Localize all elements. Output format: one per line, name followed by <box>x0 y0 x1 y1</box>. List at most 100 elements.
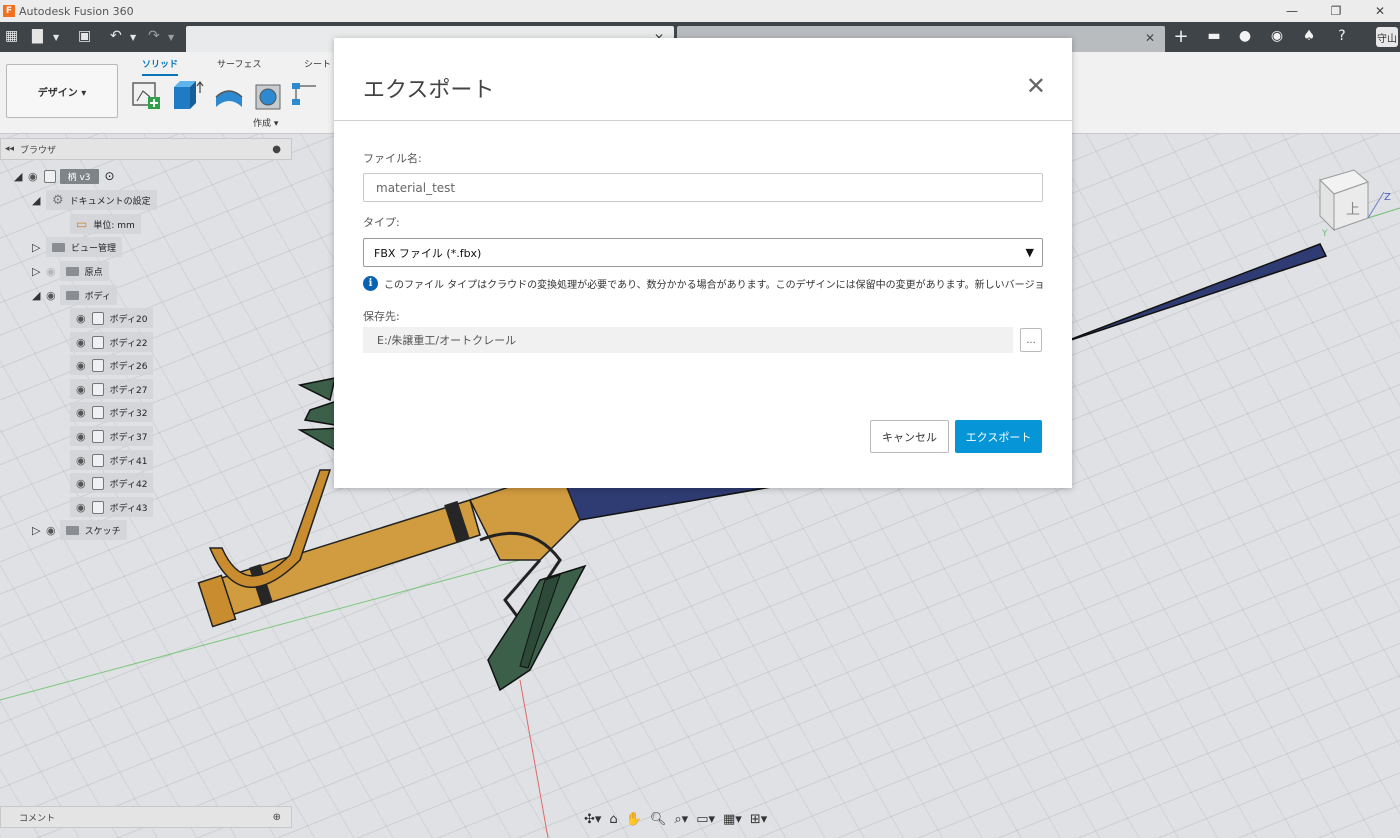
axis-y-label: Y <box>1321 229 1328 239</box>
create-sketch-icon[interactable] <box>130 79 164 111</box>
expand-icon[interactable]: ▷ <box>32 241 46 254</box>
hole-icon[interactable] <box>252 79 286 111</box>
add-comment-icon[interactable]: ⊕ <box>273 812 281 823</box>
export-button[interactable]: エクスポート <box>955 420 1042 453</box>
zoom-icon[interactable]: 🔍︎ <box>650 812 667 827</box>
revolve-icon[interactable] <box>212 79 246 111</box>
comments-panel[interactable]: コメント ⊕ <box>0 806 292 828</box>
orbit-icon[interactable]: ✣▾ <box>584 812 601 827</box>
dialog-divider <box>334 120 1072 121</box>
body-icon <box>91 476 104 490</box>
job-status-icon[interactable]: ◉ <box>1268 27 1286 45</box>
folder-icon <box>65 290 79 300</box>
info-message: i このファイル タイプはクラウドの変換処理が必要であり、数分かかる場合がありま… <box>363 274 1043 292</box>
minimize-button[interactable]: — <box>1272 0 1312 22</box>
user-avatar[interactable]: 守山 <box>1376 27 1398 47</box>
maximize-button[interactable]: ❐ <box>1316 0 1356 22</box>
visibility-eye-icon[interactable]: ◉ <box>76 359 86 372</box>
body-label: ボディ43 <box>109 503 148 514</box>
tree-node-body[interactable]: ◉ ボディ27 <box>70 379 154 399</box>
tab-sheet[interactable]: シート <box>304 57 331 70</box>
expand-icon[interactable]: ◢ <box>32 289 46 302</box>
filename-input[interactable] <box>363 173 1043 202</box>
tree-node-body[interactable]: ◉ ボディ42 <box>70 473 154 493</box>
tree-node-body[interactable]: ◉ ボディ43 <box>70 497 154 517</box>
file-dropdown-icon[interactable]: ▼ <box>53 33 59 42</box>
visibility-eye-icon[interactable]: ◉ <box>76 406 86 419</box>
grid-menu-icon[interactable]: ▦ <box>5 28 18 44</box>
tree-node-named-views[interactable]: ▷ ビュー管理 <box>32 237 123 257</box>
location-label: 保存先: <box>363 310 400 323</box>
workspace-switcher[interactable]: デザイン ▾ <box>6 64 118 118</box>
tree-node-bodies[interactable]: ◢ ◉ ボディ <box>32 285 117 305</box>
file-type-select[interactable]: FBX ファイル (*.fbx) ▼ <box>363 238 1043 267</box>
tree-node-body[interactable]: ◉ ボディ22 <box>70 332 154 352</box>
body-label: ボディ42 <box>109 479 148 490</box>
grid-settings-icon[interactable]: ▦▾ <box>723 812 742 827</box>
visibility-eye-icon[interactable]: ◉ <box>76 430 86 443</box>
visibility-eye-icon[interactable]: ◉ <box>76 477 86 490</box>
visibility-eye-icon[interactable]: ◉ <box>76 312 86 325</box>
visibility-eye-icon[interactable]: ◉ <box>46 289 56 302</box>
expand-icon[interactable]: ▷ <box>32 524 46 537</box>
visibility-off-icon[interactable]: ◉ <box>46 265 56 278</box>
component-icon <box>43 169 56 183</box>
visibility-eye-icon[interactable]: ◉ <box>76 454 86 467</box>
tree-node-body[interactable]: ◉ ボディ20 <box>70 308 154 328</box>
close-window-button[interactable]: ✕ <box>1360 0 1400 22</box>
undo-dropdown-icon[interactable]: ▼ <box>130 33 136 42</box>
tab-solid[interactable]: ソリッド <box>142 57 179 76</box>
tree-node-body[interactable]: ◉ ボディ32 <box>70 402 154 422</box>
tree-node-body[interactable]: ◉ ボディ41 <box>70 450 154 470</box>
notifications-icon[interactable]: ♠ <box>1300 27 1318 45</box>
pan-icon[interactable]: ✋ <box>626 812 642 827</box>
browser-title: ブラウザ <box>20 145 57 156</box>
chat-icon[interactable]: ▬ <box>1205 27 1223 45</box>
tree-node-origin[interactable]: ▷ ◉ 原点 <box>32 261 109 281</box>
new-tab-icon[interactable]: + <box>1172 26 1190 47</box>
tree-node-sketches[interactable]: ▷ ◉ スケッチ <box>32 520 127 540</box>
extrude-icon[interactable] <box>170 79 204 111</box>
file-icon[interactable]: ▇ <box>32 28 43 44</box>
body-icon <box>91 429 104 443</box>
fusion-logo-icon: F <box>3 5 15 17</box>
browse-button[interactable]: ... <box>1020 328 1042 352</box>
comments-label: コメント <box>19 813 56 824</box>
body-icon <box>91 382 104 396</box>
tree-node-body[interactable]: ◉ ボディ26 <box>70 355 154 375</box>
location-field[interactable]: E:/朱譲重工/オートクレール <box>363 327 1013 353</box>
create-menu[interactable]: 作成 ▾ <box>253 116 278 129</box>
save-icon[interactable]: ▣ <box>78 28 91 44</box>
redo-dropdown-icon[interactable]: ▼ <box>168 33 174 42</box>
fit-icon[interactable]: ⌕▾ <box>674 812 688 827</box>
visibility-eye-icon[interactable]: ◉ <box>76 336 86 349</box>
tree-node-doc-settings[interactable]: ◢ ⚙ ドキュメントの設定 <box>32 190 157 210</box>
visibility-eye-icon[interactable]: ◉ <box>76 501 86 514</box>
visibility-eye-icon[interactable]: ◉ <box>46 524 56 537</box>
cancel-button[interactable]: キャンセル <box>870 420 949 453</box>
tab-close-icon[interactable]: ✕ <box>1145 31 1155 45</box>
tab-surface[interactable]: サーフェス <box>217 57 261 70</box>
viewcube: 上 Z Y <box>1319 169 1400 239</box>
display-settings-icon[interactable]: ▭▾ <box>696 812 715 827</box>
collapse-browser-icon[interactable]: ◂◂ <box>5 144 14 154</box>
activate-radio-icon[interactable]: ⊙ <box>105 169 115 183</box>
help-icon[interactable]: ? <box>1333 27 1351 45</box>
viewports-icon[interactable]: ⊞▾ <box>750 812 767 827</box>
tree-node-root[interactable]: ◢ ◉ 柄 v3 ⊙ <box>14 166 115 186</box>
expand-icon[interactable]: ◢ <box>32 194 46 207</box>
undo-icon[interactable]: ↶ <box>110 28 122 44</box>
visibility-eye-icon[interactable]: ◉ <box>28 170 38 183</box>
pattern-icon[interactable] <box>288 79 322 111</box>
expand-icon[interactable]: ◢ <box>14 170 28 183</box>
redo-icon[interactable]: ↷ <box>148 28 160 44</box>
extensions-icon[interactable]: ● <box>1236 27 1254 45</box>
close-icon[interactable]: ✕ <box>1026 72 1046 100</box>
tree-node-body[interactable]: ◉ ボディ37 <box>70 426 154 446</box>
look-at-icon[interactable]: ⌂ <box>609 812 617 827</box>
tree-node-units[interactable]: ▭ 単位: mm <box>70 214 141 234</box>
browser-pin-icon[interactable]: ● <box>272 144 281 155</box>
bodies-folder-label: ボディ <box>84 291 111 302</box>
visibility-eye-icon[interactable]: ◉ <box>76 383 86 396</box>
expand-icon[interactable]: ▷ <box>32 265 46 278</box>
